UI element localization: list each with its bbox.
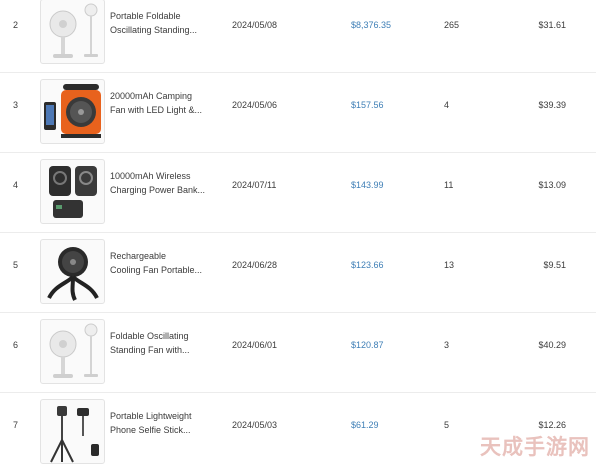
tripod-fan-icon [47, 247, 99, 301]
revenue-value: $157.56 [351, 100, 384, 110]
launch-date: 2024/06/01 [232, 340, 278, 350]
product-thumbnail[interactable] [40, 0, 105, 64]
sales-count: 4 [444, 100, 450, 110]
table-row[interactable]: 5 Rechargeable Cooling Fan Portable... 2… [0, 233, 596, 313]
launch-date: 2024/06/28 [232, 260, 278, 270]
rank-cell: 4 [13, 180, 19, 190]
table-row[interactable]: 4 10000mAh Wireless Charging Power Bank.… [0, 153, 596, 233]
product-thumbnail[interactable] [40, 399, 105, 464]
product-name-line-1: Portable Foldable [110, 11, 181, 21]
product-name-line-2: Phone Selfie Stick... [110, 425, 191, 435]
camping-fan-icon [44, 84, 101, 138]
price-value: $13.09 [538, 180, 566, 190]
product-name[interactable]: Foldable Oscillating Standing Fan with..… [110, 329, 210, 357]
launch-date: 2024/05/08 [232, 20, 278, 30]
product-thumbnail[interactable] [40, 239, 105, 304]
product-name[interactable]: 10000mAh Wireless Charging Power Bank... [110, 169, 210, 197]
launch-date: 2024/05/03 [232, 420, 278, 430]
product-name-line-2: Fan with LED Light &... [110, 105, 203, 115]
site-watermark: 天成手游网 [480, 435, 590, 459]
product-name-line-2: Charging Power Bank... [110, 185, 206, 195]
sales-count: 13 [444, 260, 455, 270]
table-row[interactable]: 6 Foldable Oscillating Standing Fan with… [0, 313, 596, 393]
product-name[interactable]: Rechargeable Cooling Fan Portable... [110, 249, 210, 277]
rank-cell: 3 [13, 100, 19, 110]
sales-count: 11 [444, 180, 454, 190]
revenue-value: $8,376.35 [351, 20, 392, 30]
price-value: $31.61 [538, 20, 566, 30]
product-thumbnail[interactable] [40, 159, 105, 224]
price-value: $12.26 [538, 420, 566, 430]
sales-count: 3 [444, 340, 450, 350]
sales-count: 265 [444, 20, 460, 30]
revenue-value: $61.29 [351, 420, 379, 430]
launch-date: 2024/07/11 [232, 180, 277, 190]
price-value: $9.51 [543, 260, 566, 270]
standing-fan-icon [49, 323, 98, 378]
sales-count: 5 [444, 420, 450, 430]
rank-cell: 2 [13, 20, 19, 30]
product-name-line-2: Standing Fan with... [110, 345, 190, 355]
revenue-value: $120.87 [351, 340, 384, 350]
standing-fan-icon [49, 3, 98, 58]
table-row[interactable]: 3 20000mAh Camping Fan with LED Light &.… [0, 73, 596, 153]
product-ranking-table: 2 Portable Foldable Oscillating Standing… [0, 0, 596, 465]
product-name[interactable]: Portable Foldable Oscillating Standing..… [110, 9, 210, 37]
product-name-line-2: Cooling Fan Portable... [110, 265, 203, 275]
price-value: $40.29 [538, 340, 566, 350]
product-name-line-1: 20000mAh Camping [110, 91, 193, 101]
rank-cell: 6 [13, 340, 19, 350]
price-value: $39.39 [538, 100, 566, 110]
revenue-value: $123.66 [351, 260, 384, 270]
product-name[interactable]: Portable Lightweight Phone Selfie Stick.… [110, 409, 210, 437]
rank-cell: 5 [13, 260, 19, 270]
power-bank-icon [49, 166, 97, 218]
product-name-line-1: Portable Lightweight [110, 411, 192, 421]
product-name-line-1: Rechargeable [110, 251, 167, 261]
rank-cell: 7 [13, 420, 19, 430]
product-name[interactable]: 20000mAh Camping Fan with LED Light &... [110, 89, 210, 117]
product-thumbnail[interactable] [40, 79, 105, 144]
launch-date: 2024/05/06 [232, 100, 278, 110]
product-thumbnail[interactable] [40, 319, 105, 384]
revenue-value: $143.99 [351, 180, 384, 190]
product-name-line-1: 10000mAh Wireless [110, 171, 191, 181]
product-name-line-1: Foldable Oscillating [110, 331, 189, 341]
product-name-line-2: Oscillating Standing... [110, 25, 198, 35]
table-row[interactable]: 2 Portable Foldable Oscillating Standing… [0, 0, 596, 73]
selfie-stick-icon [50, 406, 99, 463]
